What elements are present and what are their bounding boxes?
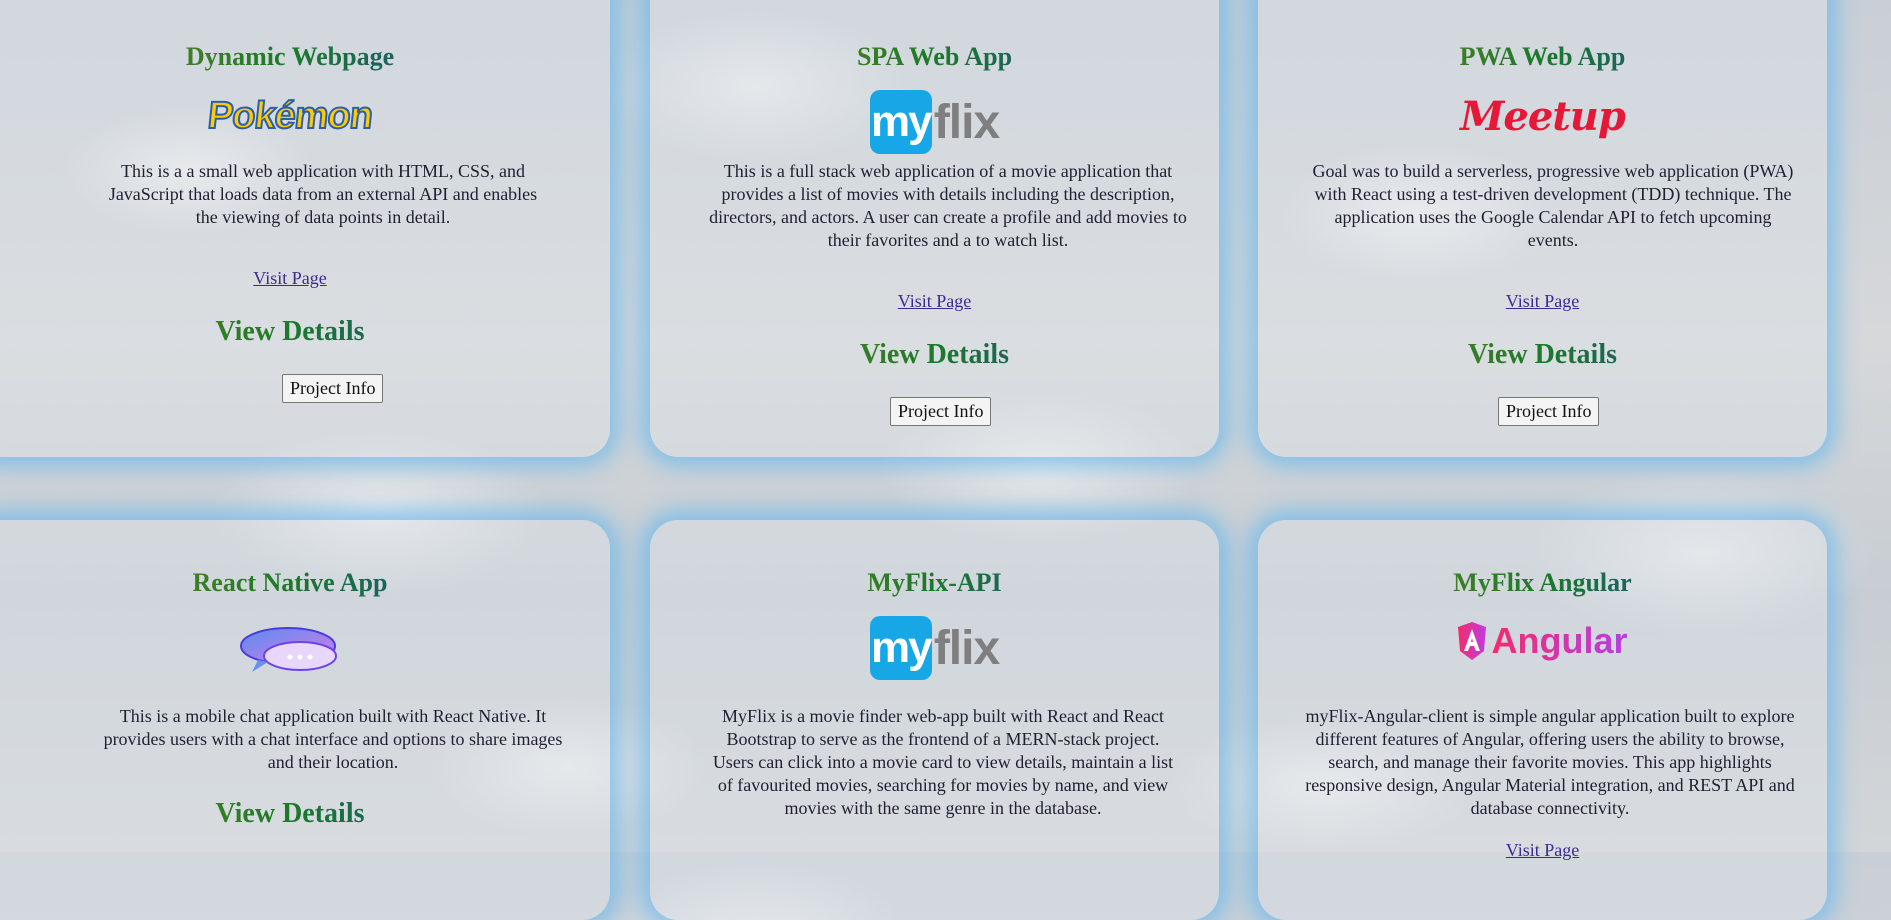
project-card-myflix-angular: MyFlix Angular Angular myFlix-Angular-cl… xyxy=(1258,520,1827,920)
project-card-myflix-api: MyFlix-API my flix MyFlix is a movie fin… xyxy=(650,520,1219,920)
angular-logo: Angular xyxy=(1457,620,1628,662)
project-title: PWA Web App xyxy=(1258,42,1827,72)
angular-logo-wrap: Angular xyxy=(1258,620,1827,662)
visit-page-link[interactable]: Visit Page xyxy=(0,268,610,289)
project-description: myFlix-Angular-client is simple angular … xyxy=(1305,706,1795,818)
project-info-button[interactable]: Project Info xyxy=(890,397,992,426)
angular-logo-text: Angular xyxy=(1491,620,1628,661)
project-card-pwa-web-app: PWA Web App Meetup Goal was to build a s… xyxy=(1258,0,1827,457)
view-details-heading: View Details xyxy=(650,339,1219,371)
project-description: This is a mobile chat application built … xyxy=(103,706,563,772)
myflix-logo: my flix xyxy=(869,616,1000,680)
project-info-button[interactable]: Project Info xyxy=(282,374,384,403)
visit-page-link[interactable]: Visit Page xyxy=(1258,291,1827,312)
project-title: Dynamic Webpage xyxy=(0,42,610,72)
project-info-button[interactable]: Project Info xyxy=(1498,397,1600,426)
meetup-logo: Meetup xyxy=(1460,93,1626,140)
chat-bubbles-icon xyxy=(240,627,337,672)
project-description: MyFlix is a movie finder web-app built w… xyxy=(712,706,1174,818)
project-description: This is a full stack web application of … xyxy=(709,161,1187,250)
project-title: MyFlix-API xyxy=(650,568,1219,598)
pokemon-logo-text: Pokémon xyxy=(205,94,375,138)
project-card-react-native-app: React Native App This is a mobile chat a… xyxy=(0,520,610,920)
view-details-heading: View Details xyxy=(0,798,610,830)
project-title: MyFlix Angular xyxy=(1258,568,1827,598)
project-description: This is a a small web application with H… xyxy=(108,161,538,227)
meetup-logo-wrap: Meetup xyxy=(1258,93,1827,140)
myflix-logo-my: my xyxy=(869,616,933,680)
myflix-logo: my flix xyxy=(869,90,1000,154)
project-description: Goal was to build a serverless, progress… xyxy=(1312,161,1794,250)
visit-page-link[interactable]: Visit Page xyxy=(1258,840,1827,861)
project-card-dynamic-webpage: Dynamic Webpage Pokémon This is a a smal… xyxy=(0,0,610,457)
project-title: SPA Web App xyxy=(650,42,1219,72)
myflix-logo-flix: flix xyxy=(933,95,1000,149)
chat-bubbles-logo xyxy=(0,624,610,676)
myflix-logo-wrap: my flix xyxy=(650,616,1219,680)
myflix-logo-flix: flix xyxy=(933,621,1000,675)
angular-shield-icon xyxy=(1458,622,1487,660)
pokemon-logo: Pokémon xyxy=(0,94,610,138)
visit-page-link[interactable]: Visit Page xyxy=(650,291,1219,312)
view-details-heading: View Details xyxy=(0,316,610,348)
project-card-spa-web-app: SPA Web App my flix This is a full stack… xyxy=(650,0,1219,457)
myflix-logo-wrap: my flix xyxy=(650,90,1219,154)
view-details-heading: View Details xyxy=(1258,339,1827,371)
project-title: React Native App xyxy=(0,568,610,598)
myflix-logo-my: my xyxy=(869,90,933,154)
